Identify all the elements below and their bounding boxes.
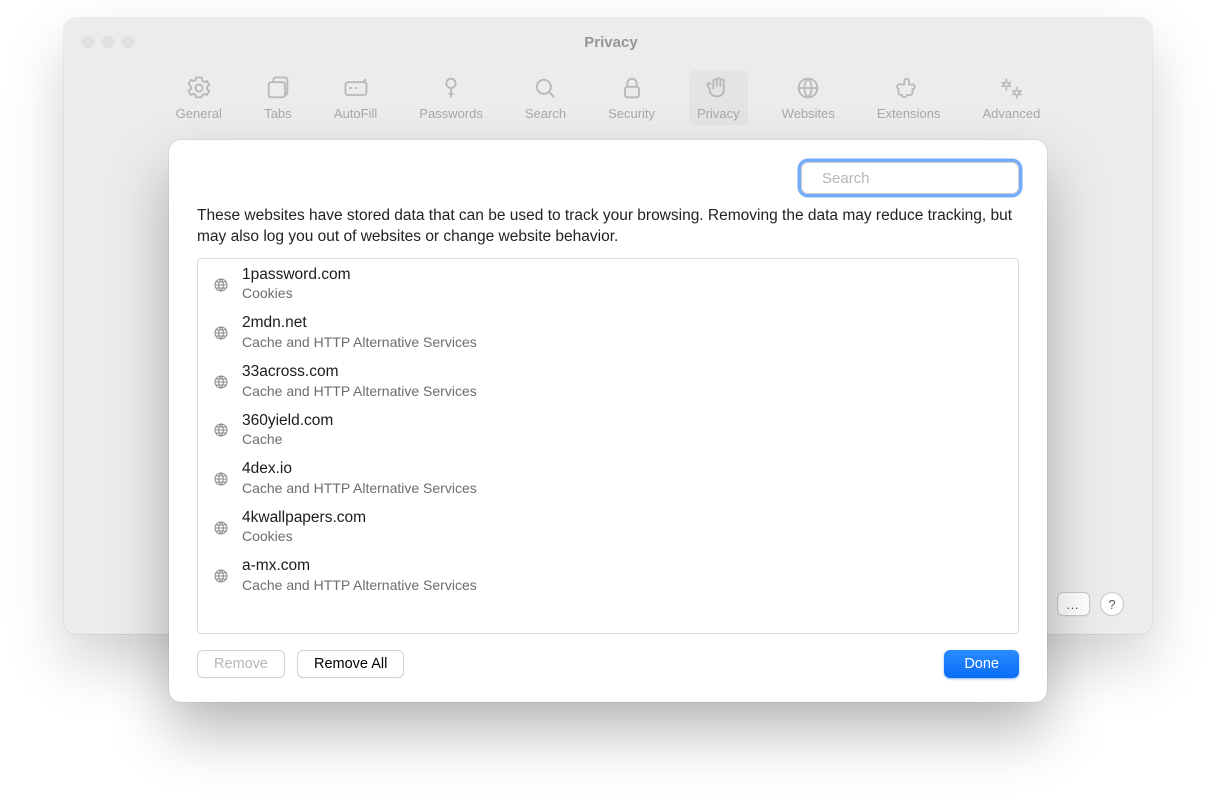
remove-button[interactable]: Remove [197,650,285,678]
website-domain: 2mdn.net [242,314,477,333]
gears-icon [997,74,1025,102]
tab-advanced[interactable]: Advanced [974,70,1048,125]
search-input[interactable] [801,162,1019,194]
tab-label: Websites [782,106,835,121]
website-domain: 360yield.com [242,412,333,431]
tab-label: Tabs [264,106,291,121]
website-domain: 1password.com [242,266,351,285]
tab-label: General [176,106,222,121]
globe-icon [212,421,230,439]
titlebar: Privacy [64,18,1152,66]
website-datatypes: Cookies [242,528,366,544]
globe-icon [212,567,230,585]
preferences-toolbar: General Tabs AutoFill Passwords Search S… [64,66,1152,135]
list-item[interactable]: 4dex.ioCache and HTTP Alternative Servic… [198,453,1018,502]
tab-label: Extensions [877,106,941,121]
tab-general[interactable]: General [168,70,230,125]
website-datatypes: Cache and HTTP Alternative Services [242,480,477,496]
tab-passwords[interactable]: Passwords [411,70,491,125]
close-window-icon[interactable] [82,36,94,48]
done-button[interactable]: Done [944,650,1019,678]
website-domain: 4kwallpapers.com [242,509,366,528]
tab-privacy[interactable]: Privacy [689,70,748,125]
zoom-window-icon[interactable] [122,36,134,48]
search-field[interactable] [822,170,1021,187]
website-domain: 33across.com [242,363,477,382]
tab-security[interactable]: Security [600,70,663,125]
website-datatypes: Cache and HTTP Alternative Services [242,577,477,593]
list-item[interactable]: 360yield.comCache [198,405,1018,454]
search-icon [531,74,559,102]
list-item[interactable]: 4kwallpapers.comCookies [198,502,1018,551]
website-data-sheet: These websites have stored data that can… [169,140,1047,702]
gear-icon [185,74,213,102]
globe-icon [212,373,230,391]
tabs-icon [264,74,292,102]
tab-label: Advanced [982,106,1040,121]
globe-icon [212,276,230,294]
autofill-icon [342,74,370,102]
details-button[interactable]: … [1057,592,1090,616]
globe-icon [212,519,230,537]
lock-icon [618,74,646,102]
globe-icon [794,74,822,102]
remove-all-button[interactable]: Remove All [297,650,404,678]
hand-icon [704,74,732,102]
window-title: Privacy [134,34,1152,51]
tab-label: Passwords [419,106,483,121]
globe-icon [212,470,230,488]
tab-tabs[interactable]: Tabs [256,70,300,125]
minimize-window-icon[interactable] [102,36,114,48]
tab-label: Search [525,106,566,121]
puzzle-icon [895,74,923,102]
sheet-description: These websites have stored data that can… [197,206,1019,248]
help-button[interactable]: ? [1100,592,1124,616]
tab-extensions[interactable]: Extensions [869,70,949,125]
website-domain: 4dex.io [242,460,477,479]
website-list[interactable]: 1password.comCookies 2mdn.netCache and H… [197,258,1019,634]
tab-search[interactable]: Search [517,70,574,125]
globe-icon [212,324,230,342]
website-datatypes: Cache and HTTP Alternative Services [242,334,477,350]
list-item[interactable]: a-mx.comCache and HTTP Alternative Servi… [198,550,1018,599]
list-item[interactable]: 33across.comCache and HTTP Alternative S… [198,356,1018,405]
window-controls [64,36,134,48]
website-datatypes: Cache and HTTP Alternative Services [242,383,477,399]
website-datatypes: Cache [242,431,333,447]
list-item[interactable]: 2mdn.netCache and HTTP Alternative Servi… [198,307,1018,356]
tab-label: Security [608,106,655,121]
website-datatypes: Cookies [242,285,351,301]
tab-label: AutoFill [334,106,377,121]
website-domain: a-mx.com [242,557,477,576]
tab-autofill[interactable]: AutoFill [326,70,385,125]
list-item[interactable]: 1password.comCookies [198,259,1018,308]
tab-websites[interactable]: Websites [774,70,843,125]
tab-label: Privacy [697,106,740,121]
key-icon [437,74,465,102]
